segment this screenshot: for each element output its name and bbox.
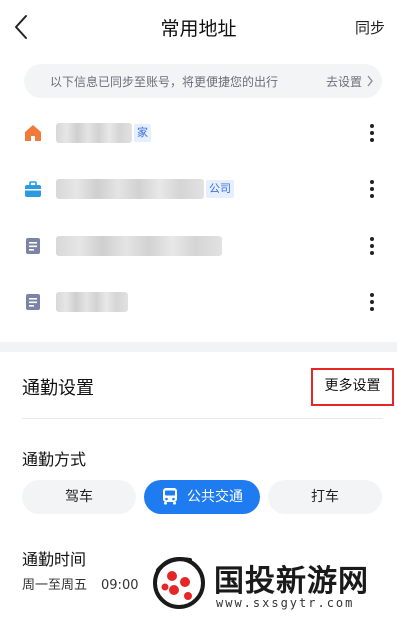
blurred-address <box>56 179 204 199</box>
home-tag: 家 <box>134 124 151 142</box>
section-title: 通勤设置 <box>22 378 94 399</box>
mode-drive-button[interactable]: 驾车 <box>22 480 136 514</box>
more-options-icon[interactable] <box>367 235 377 257</box>
page-title: 常用地址 <box>160 18 237 40</box>
address-item[interactable] <box>0 219 397 275</box>
address-item-work[interactable]: 公司 <box>0 162 397 218</box>
mode-transit-button[interactable]: 公共交通 <box>144 480 260 514</box>
mode-drive-label: 驾车 <box>65 489 93 505</box>
more-options-icon[interactable] <box>367 122 377 144</box>
sync-button[interactable]: 同步 <box>355 17 385 38</box>
location-doc-icon <box>26 238 40 254</box>
go-settings-link[interactable]: 去设置 <box>326 73 362 90</box>
mode-transit-label: 公共交通 <box>187 489 243 505</box>
watermark-url: www.sxsgytr.com <box>216 596 355 610</box>
sync-banner[interactable]: 以下信息已同步至账号，将更便捷您的出行 去设置 <box>24 64 382 98</box>
chevron-right-icon <box>367 75 373 87</box>
commute-days: 周一至周五 <box>22 578 88 593</box>
commute-mode-label: 通勤方式 <box>22 450 87 469</box>
work-tag: 公司 <box>206 180 234 198</box>
divider <box>22 418 383 419</box>
location-doc-icon <box>26 294 40 310</box>
banner-text: 以下信息已同步至账号，将更便捷您的出行 <box>50 75 279 89</box>
commute-time-value[interactable]: 周一至周五 09:00 <box>22 574 152 593</box>
blurred-address <box>56 292 128 312</box>
address-item[interactable] <box>0 275 397 331</box>
blurred-address <box>56 236 222 256</box>
more-settings-button[interactable]: 更多设置 <box>311 368 394 406</box>
mode-taxi-label: 打车 <box>311 489 339 505</box>
more-options-icon[interactable] <box>367 291 377 313</box>
mode-taxi-button[interactable]: 打车 <box>268 480 382 514</box>
more-options-icon[interactable] <box>367 178 377 200</box>
commute-time-label: 通勤时间 <box>22 550 87 569</box>
watermark-title: 国投新游网 <box>214 564 369 599</box>
address-panel: 常用地址 同步 以下信息已同步至账号，将更便捷您的出行 去设置 家 公司 <box>0 0 397 342</box>
nav-bar: 常用地址 同步 <box>0 0 397 54</box>
blurred-address <box>56 123 132 143</box>
bus-icon <box>163 488 177 505</box>
commute-time: 09:00 <box>101 578 139 593</box>
watermark-logo-icon <box>153 557 205 609</box>
address-item-home[interactable]: 家 <box>0 106 397 162</box>
briefcase-icon <box>25 181 41 197</box>
home-icon <box>25 125 41 141</box>
